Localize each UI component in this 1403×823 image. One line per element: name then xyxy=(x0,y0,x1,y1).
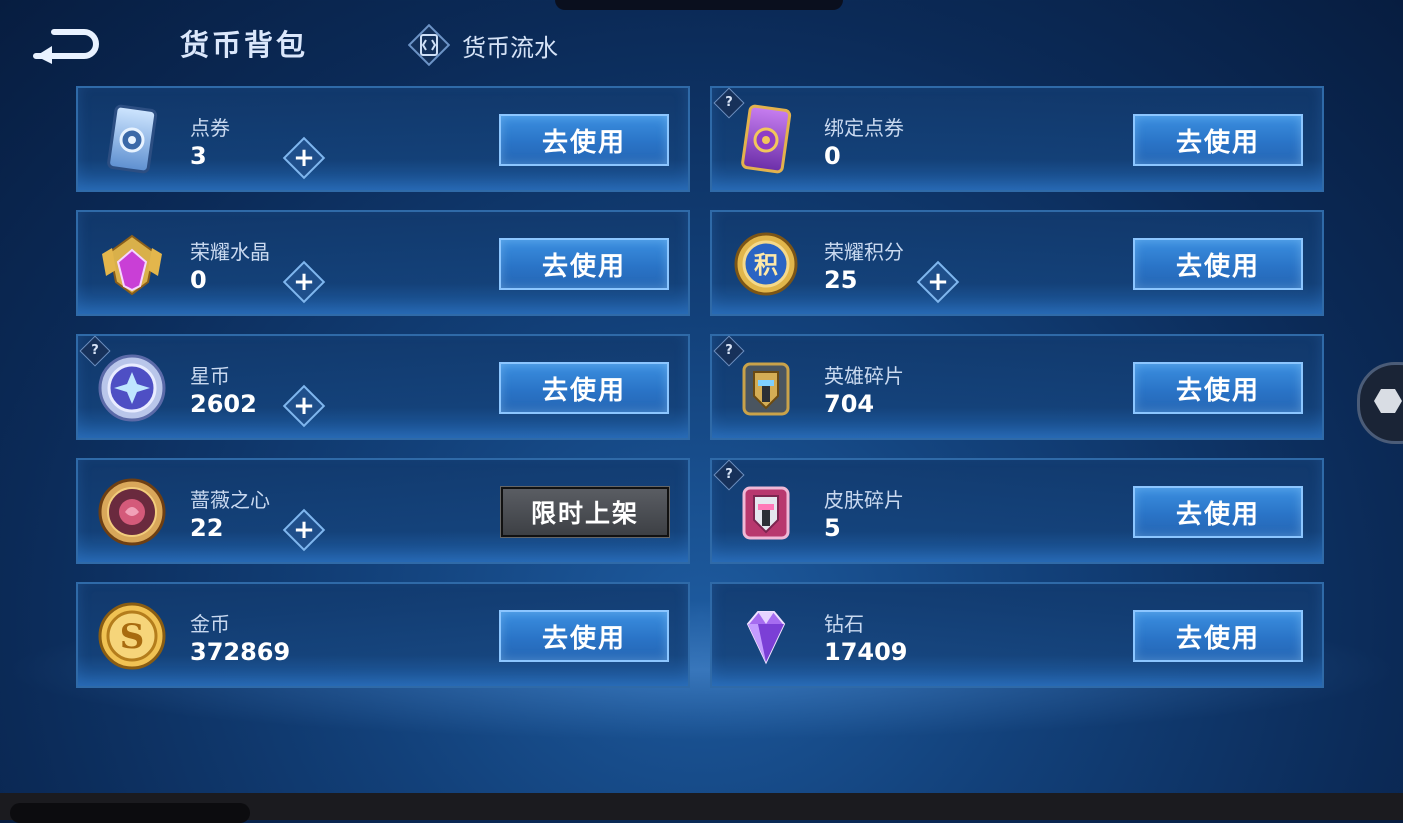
currency-value: 3 xyxy=(190,142,207,170)
currency-card: ? 绑定点券 0 去使用 xyxy=(710,86,1324,192)
side-drawer-handle[interactable] xyxy=(1357,362,1403,444)
currency-card: ? 英雄碎片 704 去使用 xyxy=(710,334,1324,440)
currency-name: 点券 xyxy=(190,116,230,140)
page-title: 货币背包 xyxy=(180,28,309,62)
hero-fragment-icon xyxy=(728,350,804,426)
currency-flow-icon xyxy=(408,24,450,66)
use-button[interactable]: 去使用 xyxy=(499,114,669,166)
currency-flow-tab[interactable]: 货币流水 xyxy=(408,24,558,66)
currency-card: ? 星币 2602 + 去使用 xyxy=(76,334,690,440)
back-arrow-icon xyxy=(33,29,99,64)
add-currency-button[interactable]: + xyxy=(282,136,326,180)
skin-fragment-icon xyxy=(728,474,804,550)
star-coin-icon xyxy=(94,350,170,426)
glory-crystal-icon xyxy=(94,226,170,302)
back-button[interactable] xyxy=(30,24,104,64)
diamond-icon xyxy=(728,598,804,674)
currency-name: 蔷薇之心 xyxy=(190,488,270,512)
plus-icon: + xyxy=(293,267,315,297)
currency-card: S 金币 372869 去使用 xyxy=(76,582,690,688)
rose-heart-icon xyxy=(94,474,170,550)
use-button[interactable]: 去使用 xyxy=(1133,238,1303,290)
use-button[interactable]: 去使用 xyxy=(1133,114,1303,166)
currency-name: 星币 xyxy=(190,364,230,388)
currency-name: 荣耀水晶 xyxy=(190,240,270,264)
currency-card: 积 荣耀积分 25 + 去使用 xyxy=(710,210,1324,316)
currency-value: 0 xyxy=(190,266,207,294)
use-button[interactable]: 去使用 xyxy=(1133,362,1303,414)
add-currency-button[interactable]: + xyxy=(282,260,326,304)
svg-text:积: 积 xyxy=(754,251,778,279)
currency-value: 704 xyxy=(824,390,875,418)
currency-value: 0 xyxy=(824,142,841,170)
coupon-card-icon xyxy=(94,102,170,178)
use-button[interactable]: 去使用 xyxy=(1133,610,1303,662)
currency-value: 25 xyxy=(824,266,858,294)
use-button[interactable]: 去使用 xyxy=(1133,486,1303,538)
plus-icon: + xyxy=(293,391,315,421)
currency-value: 22 xyxy=(190,514,224,542)
screen-notch xyxy=(555,0,843,10)
use-button[interactable]: 去使用 xyxy=(499,610,669,662)
hexagon-icon xyxy=(1374,389,1402,413)
currency-value: 372869 xyxy=(190,638,291,666)
gold-coin-icon: S xyxy=(94,598,170,674)
use-button[interactable]: 去使用 xyxy=(499,362,669,414)
currency-name: 绑定点券 xyxy=(824,116,904,140)
currency-name: 钻石 xyxy=(824,612,864,636)
glory-points-icon: 积 xyxy=(728,226,804,302)
add-currency-button[interactable]: + xyxy=(916,260,960,304)
plus-icon: + xyxy=(293,515,315,545)
add-currency-button[interactable]: + xyxy=(282,384,326,428)
currency-name: 皮肤碎片 xyxy=(824,488,904,512)
currency-card: 荣耀水晶 0 + 去使用 xyxy=(76,210,690,316)
currency-name: 荣耀积分 xyxy=(824,240,904,264)
currency-card: 蔷薇之心 22 + 限时上架 xyxy=(76,458,690,564)
limited-time-button[interactable]: 限时上架 xyxy=(500,486,670,538)
currency-card: 点券 3 + 去使用 xyxy=(76,86,690,192)
use-button[interactable]: 去使用 xyxy=(499,238,669,290)
currency-value: 17409 xyxy=(824,638,908,666)
currency-name: 英雄碎片 xyxy=(824,364,904,388)
currency-name: 金币 xyxy=(190,612,230,636)
currency-flow-label: 货币流水 xyxy=(462,33,558,62)
svg-text:S: S xyxy=(120,617,145,657)
system-bottom-pill xyxy=(10,803,250,823)
currency-card: 钻石 17409 去使用 xyxy=(710,582,1324,688)
bound-coupon-card-icon xyxy=(728,102,804,178)
plus-icon: + xyxy=(927,267,949,297)
currency-value: 5 xyxy=(824,514,841,542)
currency-card: ? 皮肤碎片 5 去使用 xyxy=(710,458,1324,564)
currency-value: 2602 xyxy=(190,390,257,418)
add-currency-button[interactable]: + xyxy=(282,508,326,552)
plus-icon: + xyxy=(293,143,315,173)
